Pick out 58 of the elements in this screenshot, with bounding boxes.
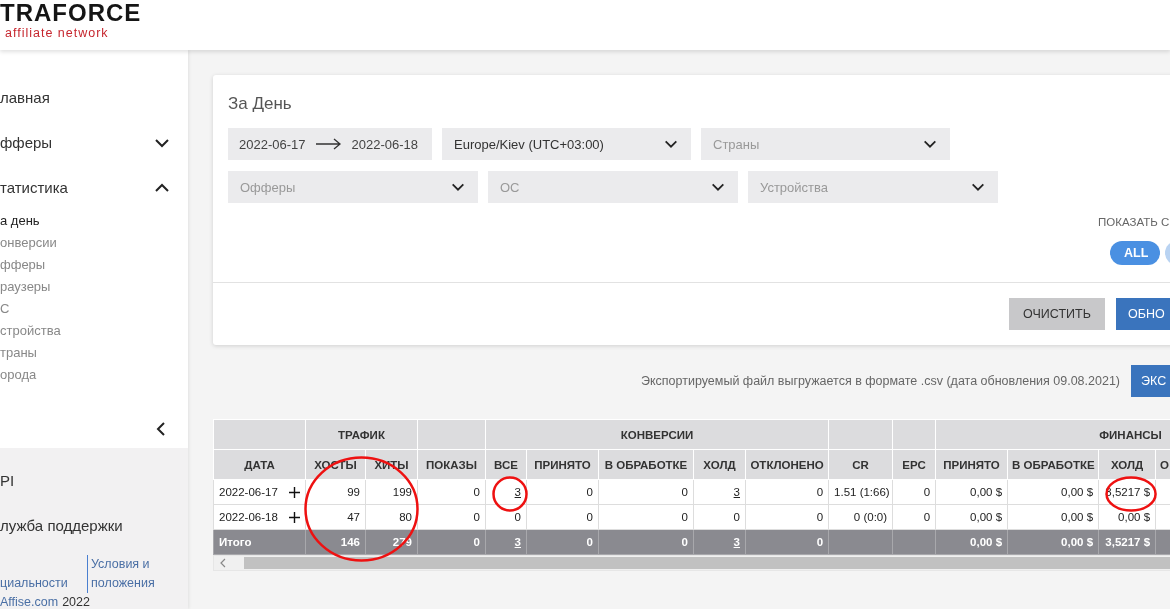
submenu-item[interactable]: онверсии [0, 232, 188, 254]
card-title: За День [228, 93, 293, 115]
expand-plus-icon[interactable] [289, 511, 300, 523]
total-label: Итого [219, 536, 252, 548]
column-header[interactable]: ДАТА [213, 449, 306, 480]
column-header[interactable]: ПРИНЯТО [526, 449, 599, 480]
count-link[interactable]: 3 [733, 486, 740, 498]
expand-plus-icon[interactable] [289, 486, 300, 498]
nav-item[interactable]: лужба поддержки [0, 503, 188, 548]
logo-text[interactable]: TRAFORCE [0, 0, 1170, 26]
table-cell: 0,00 $ [1007, 504, 1099, 530]
column-group-header: ТРАФИК [305, 419, 418, 450]
export-note: Экспортируемый файл выгружается в формате .csv (дата обновления 09.08.2021) [641, 374, 1120, 388]
clear-button[interactable]: ОЧИСТИТЬ [1009, 298, 1105, 330]
submenu-item[interactable]: раузеры [0, 276, 188, 298]
terms-link[interactable]: Условия и положения [91, 555, 161, 593]
column-header[interactable]: В ОБРАБОТКЕ [598, 449, 694, 480]
site-link[interactable]: Affise.com [0, 595, 59, 609]
submenu-item[interactable]: стройства [0, 320, 188, 342]
nav-item[interactable]: татистика [0, 179, 68, 196]
table-cell: 0 [745, 529, 829, 555]
table-cell: 0 [598, 529, 694, 555]
nav-item[interactable]: фферы [0, 134, 53, 151]
submenu-item[interactable]: а день [0, 210, 188, 232]
column-header[interactable]: В ОБРАБОТКЕ [1007, 449, 1099, 480]
date-range-field[interactable]: 2022-06-17 2022-06-18 [228, 128, 432, 160]
date-cell: 2022-06-18 [219, 511, 278, 523]
table-cell: 0,00 $ [1007, 479, 1099, 505]
scroll-left-icon[interactable] [219, 558, 227, 568]
column-header[interactable]: ПРИНЯТО [935, 449, 1008, 480]
privacy-link[interactable]: циальности [0, 574, 68, 593]
copyright-year: 2022 [62, 595, 90, 609]
date-cell: 2022-06-17 [219, 486, 278, 498]
table-cell: 0 [598, 479, 694, 505]
column-group-header: КОНВЕРСИИ [485, 419, 829, 450]
export-button[interactable]: ЭКС [1131, 365, 1170, 397]
logo-tagline: affiliate network [5, 26, 110, 40]
submenu-item[interactable]: С [0, 298, 188, 320]
table-cell: 0 [598, 504, 694, 530]
count-link[interactable]: 3 [514, 486, 521, 498]
submenu-item[interactable]: орода [0, 364, 188, 386]
column-header[interactable]: ПОКАЗЫ [417, 449, 486, 480]
table-cell: 0 [745, 479, 829, 505]
nav-item[interactable]: PI [0, 458, 188, 503]
arrow-right-icon [315, 138, 342, 150]
submenu-item[interactable]: траны [0, 342, 188, 364]
submenu-item[interactable]: фферы [0, 254, 188, 276]
show-label: ПОКАЗАТЬ С [1098, 216, 1170, 228]
column-group-header: ФИНАНСЫ [935, 419, 1170, 450]
dropdown-field[interactable]: Europe/Kiev (UTC+03:00) [442, 128, 691, 160]
horizontal-scrollbar[interactable] [213, 555, 1170, 571]
column-header[interactable]: ОТКЛОНЕНО [745, 449, 829, 480]
table-cell: 0,00 $ [1007, 529, 1099, 555]
column-header[interactable]: CR [828, 449, 893, 480]
refresh-button[interactable]: ОБНО [1116, 298, 1170, 330]
table-cell: 0 [745, 504, 829, 530]
column-header[interactable]: ХОЛД [693, 449, 746, 480]
nav-item[interactable]: лавная [0, 89, 50, 106]
